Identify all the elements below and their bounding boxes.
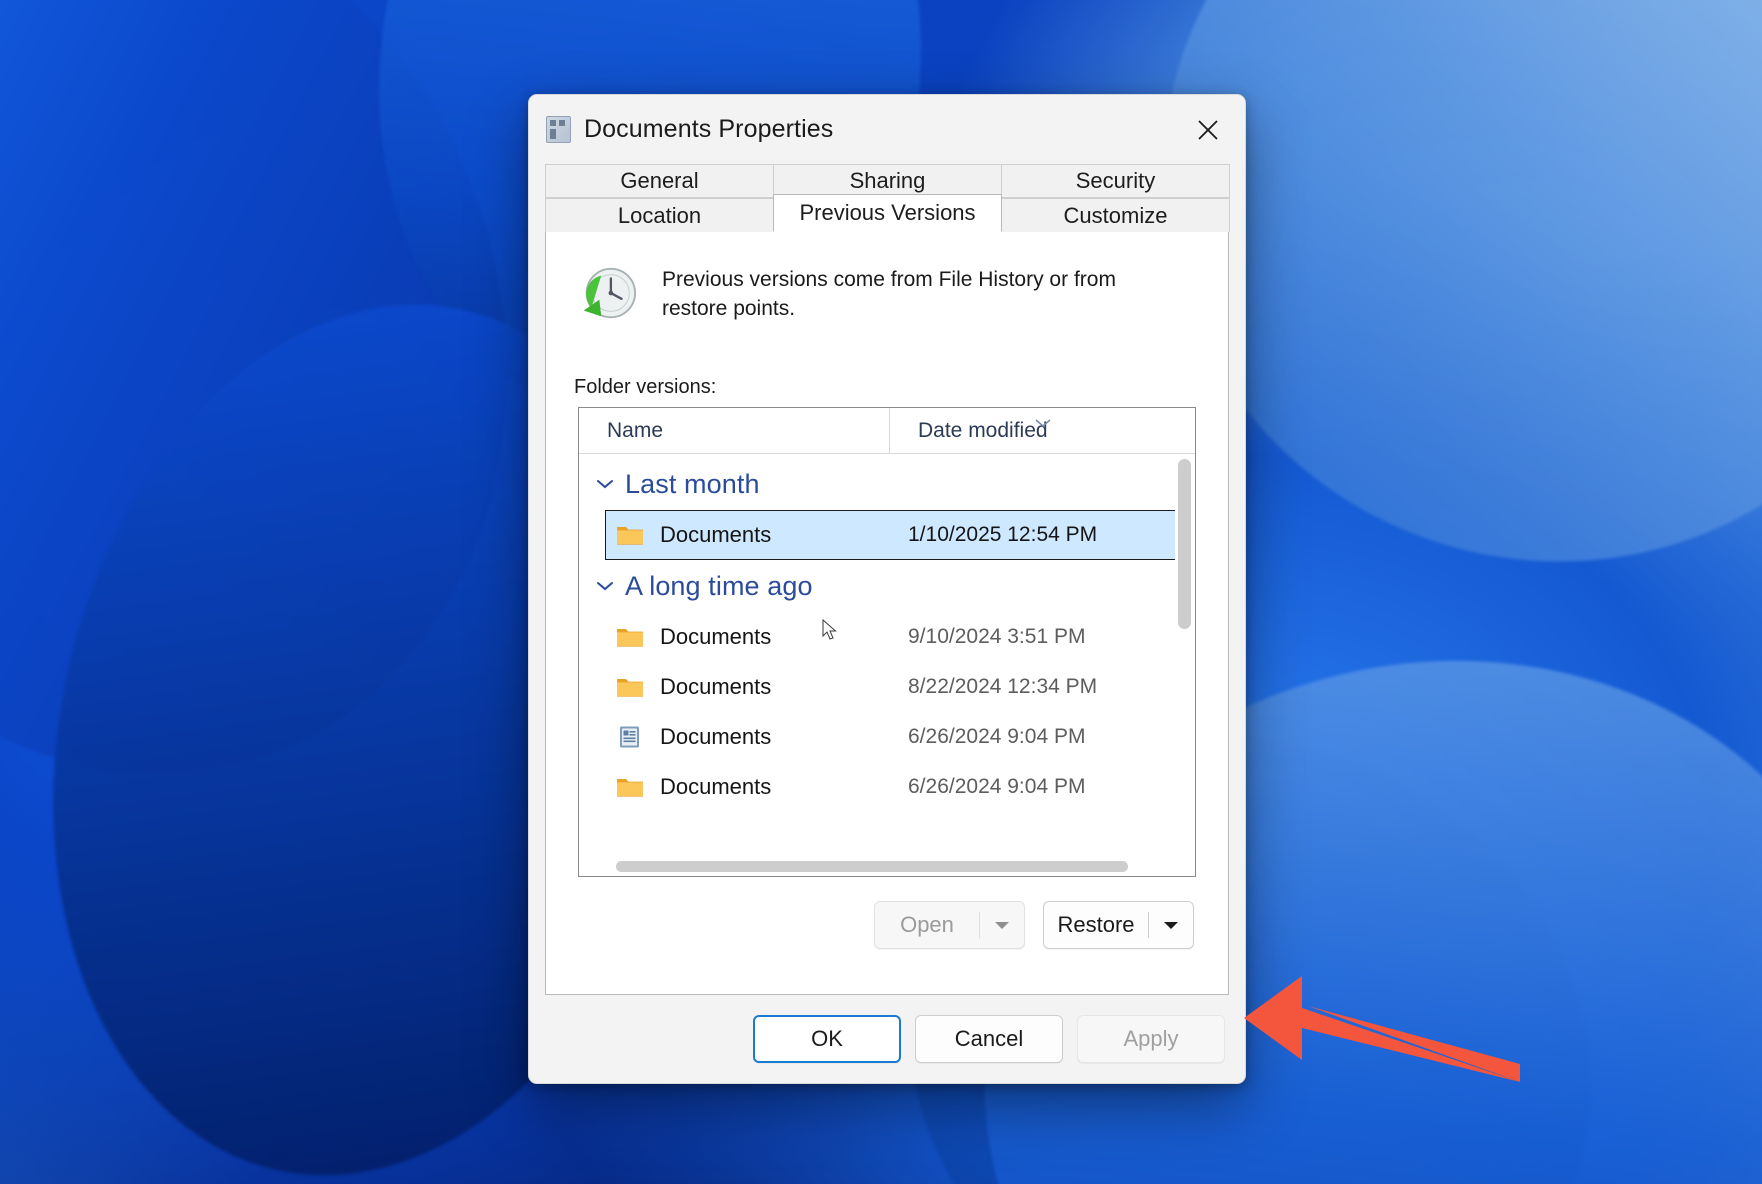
list-action-buttons: Open Restore <box>546 877 1228 949</box>
previous-versions-panel: Previous versions come from File History… <box>545 232 1229 995</box>
list-group-header[interactable]: Last month <box>579 458 1195 510</box>
list-item-name: Documents <box>660 624 908 650</box>
column-header-date-modified[interactable]: Date modified <box>889 408 1195 453</box>
dialog-titlebar[interactable]: Documents Properties <box>529 95 1245 164</box>
folder-icon <box>616 625 644 649</box>
sort-ascending-icon <box>1033 411 1053 435</box>
documents-properties-dialog: Documents Properties General Sharing Sec… <box>528 94 1246 1084</box>
list-item-date: 1/10/2025 12:54 PM <box>908 523 1097 547</box>
tab-label: Sharing <box>850 168 926 194</box>
tab-label: General <box>620 168 698 194</box>
list-item-date: 9/10/2024 3:51 PM <box>908 625 1085 649</box>
restore-button-label: Restore <box>1044 902 1148 948</box>
list-item-date: 6/26/2024 9:04 PM <box>908 775 1085 799</box>
tab-previous-versions[interactable]: Previous Versions <box>773 194 1002 232</box>
restore-dropdown-caret-icon[interactable] <box>1149 902 1193 948</box>
open-button-label: Open <box>875 902 979 948</box>
tab-sharing[interactable]: Sharing <box>773 164 1002 198</box>
cancel-button[interactable]: Cancel <box>915 1015 1063 1063</box>
chevron-down-icon[interactable] <box>593 579 617 593</box>
tab-label: Security <box>1076 168 1155 194</box>
list-column-headers: Name Date modified <box>579 408 1195 454</box>
list-item-date: 6/26/2024 9:04 PM <box>908 725 1085 749</box>
dialog-title: Documents Properties <box>584 115 833 144</box>
library-icon <box>616 725 644 749</box>
tab-customize[interactable]: Customize <box>1001 198 1230 232</box>
tab-label: Location <box>618 203 701 229</box>
close-icon[interactable] <box>1177 106 1239 154</box>
tab-label: Previous Versions <box>799 200 975 226</box>
ok-button[interactable]: OK <box>753 1015 901 1063</box>
restore-button[interactable]: Restore <box>1043 901 1194 949</box>
folder-icon <box>616 775 644 799</box>
folder-properties-icon <box>546 116 571 143</box>
open-dropdown-caret-icon[interactable] <box>980 902 1024 948</box>
tab-label: Customize <box>1064 203 1168 229</box>
column-header-label: Date modified <box>918 419 1048 443</box>
list-group-label: Last month <box>625 469 760 500</box>
list-item-name: Documents <box>660 774 908 800</box>
open-button[interactable]: Open <box>874 901 1025 949</box>
list-group-header[interactable]: A long time ago <box>579 560 1195 612</box>
tab-row-1: General Sharing Security <box>545 164 1229 198</box>
list-body: Last month Documents 1/10/2025 12:54 PM <box>579 454 1195 876</box>
info-text: Previous versions come from File History… <box>662 260 1132 324</box>
chevron-down-icon[interactable] <box>593 477 617 491</box>
tab-general[interactable]: General <box>545 164 774 198</box>
folder-icon <box>616 523 644 547</box>
list-item[interactable]: Documents 1/10/2025 12:54 PM <box>605 510 1187 560</box>
list-item[interactable]: Documents 6/26/2024 9:04 PM <box>605 762 1187 812</box>
column-header-name[interactable]: Name <box>579 408 889 453</box>
list-item[interactable]: Documents 6/26/2024 9:04 PM <box>605 712 1187 762</box>
column-header-label: Name <box>607 419 663 443</box>
tab-row-2: Location Previous Versions Customize <box>545 198 1229 232</box>
list-item-name: Documents <box>660 522 908 548</box>
dialog-footer: OK Cancel Apply <box>529 995 1245 1083</box>
folder-icon <box>616 675 644 699</box>
clock-restore-icon <box>576 262 638 324</box>
list-item-date: 8/22/2024 12:34 PM <box>908 675 1097 699</box>
list-item-name: Documents <box>660 724 908 750</box>
list-item[interactable]: Documents 9/10/2024 3:51 PM <box>605 612 1187 662</box>
apply-button[interactable]: Apply <box>1077 1015 1225 1063</box>
tab-location[interactable]: Location <box>545 198 774 232</box>
list-vertical-scrollbar[interactable] <box>1175 455 1194 856</box>
list-item[interactable]: Documents 8/22/2024 12:34 PM <box>605 662 1187 712</box>
tab-security[interactable]: Security <box>1001 164 1230 198</box>
list-item-name: Documents <box>660 674 908 700</box>
scrollbar-thumb[interactable] <box>616 861 1128 872</box>
list-group-label: A long time ago <box>625 571 813 602</box>
tab-bar: General Sharing Security Location Previo… <box>529 164 1245 232</box>
folder-versions-list[interactable]: Name Date modified <box>578 407 1196 877</box>
list-horizontal-scrollbar[interactable] <box>580 857 1175 875</box>
info-banner: Previous versions come from File History… <box>546 232 1228 324</box>
scrollbar-thumb[interactable] <box>1178 459 1191 629</box>
folder-versions-label: Folder versions: <box>546 324 1228 407</box>
